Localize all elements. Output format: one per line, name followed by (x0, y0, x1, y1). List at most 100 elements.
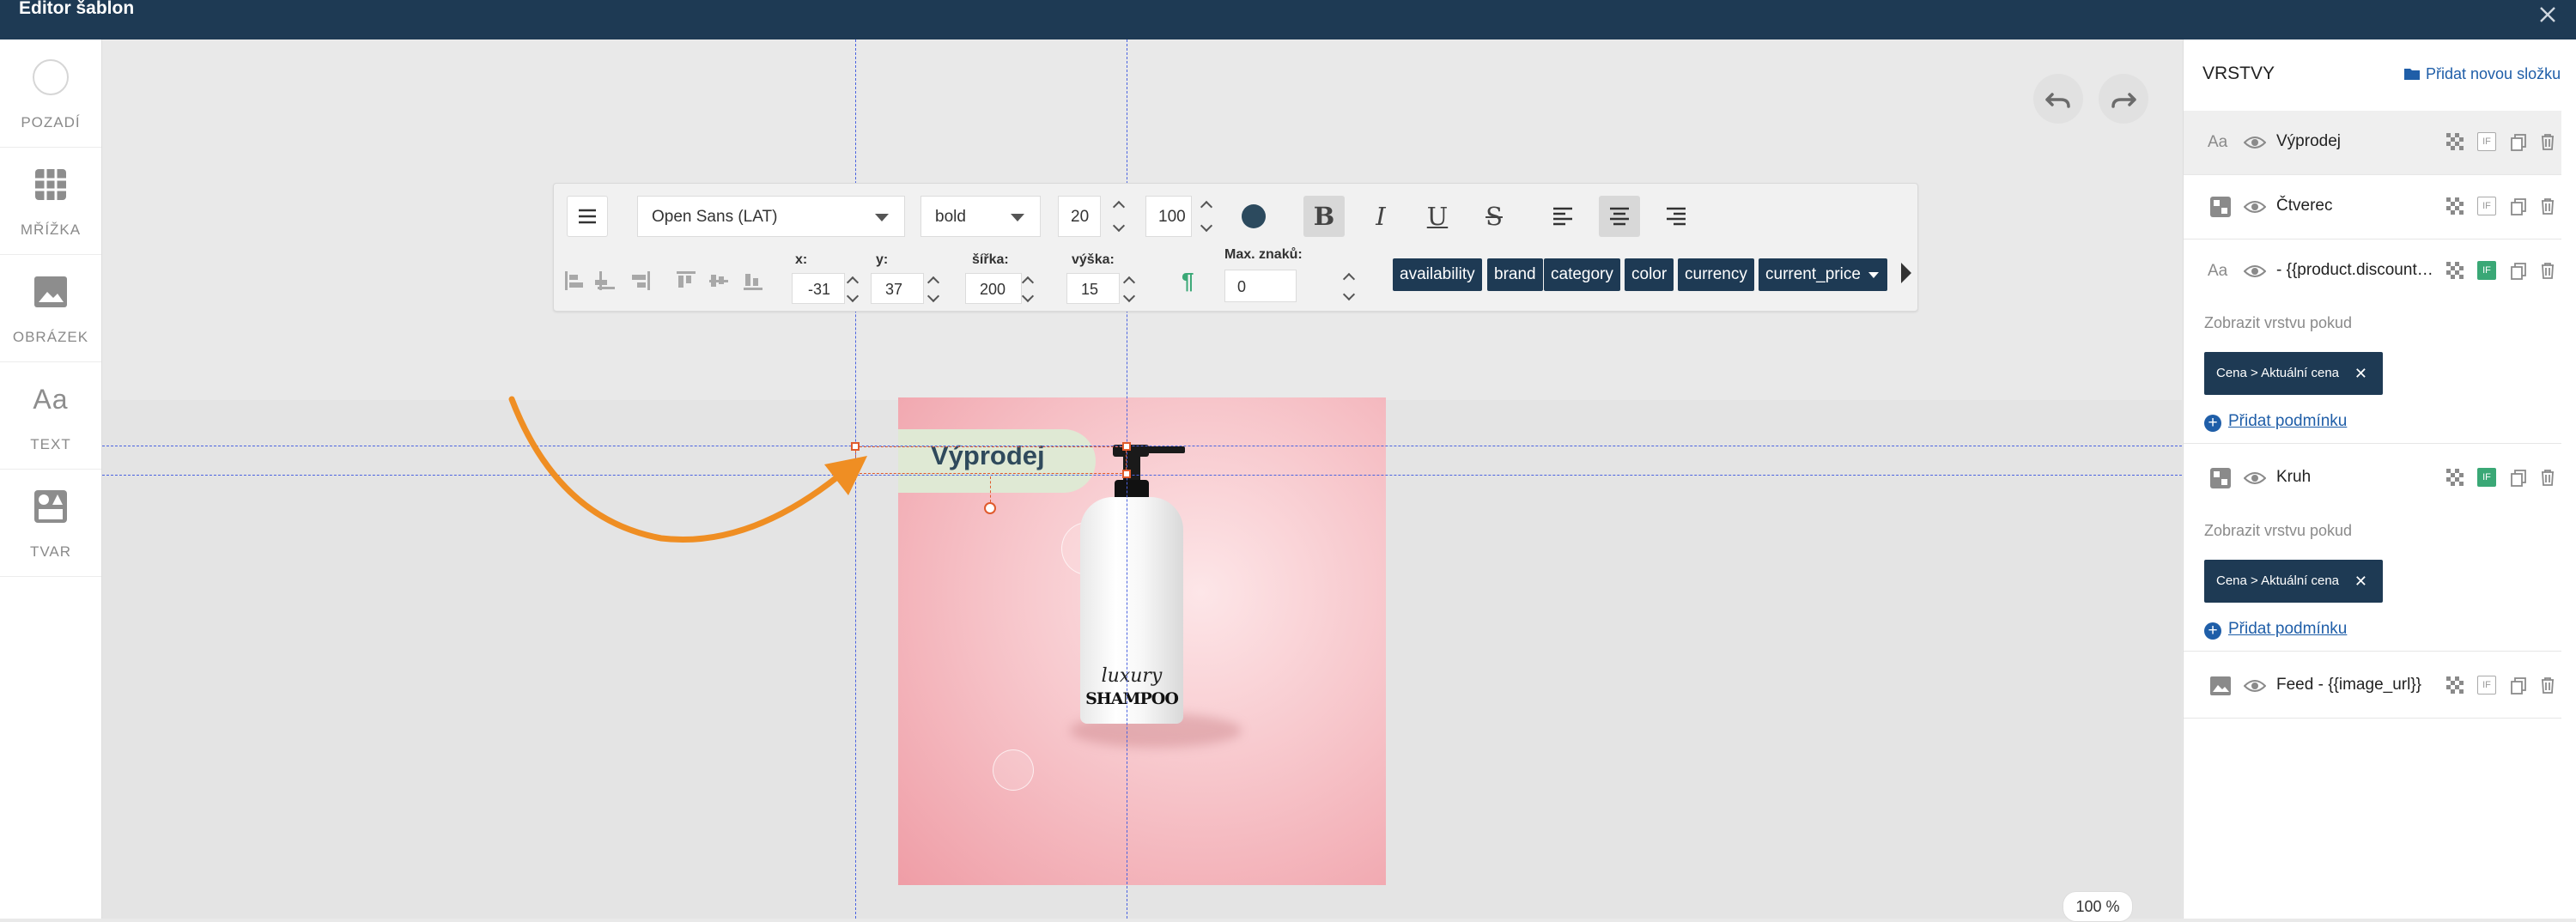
variable-tag[interactable]: color (1625, 258, 1674, 291)
zoom-indicator[interactable]: 100 % (2063, 891, 2133, 922)
paragraph-icon[interactable]: ¶ (1182, 268, 1194, 294)
undo-button[interactable] (2033, 74, 2083, 124)
align-right-button[interactable] (1656, 196, 1697, 237)
font-size-input[interactable]: 20 (1058, 196, 1101, 237)
trash-icon[interactable] (2538, 261, 2557, 280)
if-condition-badge[interactable]: IF (2477, 468, 2496, 487)
width-stepper[interactable] (1022, 275, 1034, 304)
strikethrough-button[interactable]: S (1473, 196, 1515, 237)
text-color-swatch[interactable] (1242, 204, 1266, 228)
folder-icon (2404, 69, 2420, 80)
if-condition-badge[interactable]: IF (2477, 132, 2496, 151)
layer-item[interactable]: Aa Výprodej (2184, 111, 2561, 175)
opacity-stepper[interactable] (1200, 199, 1212, 234)
transparency-icon[interactable] (2445, 197, 2464, 215)
layer-name: Kruh (2276, 468, 2312, 486)
trash-icon[interactable] (2538, 132, 2557, 151)
add-condition-link[interactable]: + Přidat podmínku (2204, 412, 2347, 432)
trash-icon[interactable] (2538, 197, 2557, 215)
align-left-button[interactable] (1542, 196, 1583, 237)
tool-label: TEXT (30, 436, 71, 452)
duplicate-icon[interactable] (2509, 132, 2528, 151)
variable-tag[interactable]: availability (1393, 258, 1482, 291)
transparency-icon[interactable] (2445, 132, 2464, 151)
redo-icon (2111, 93, 2136, 108)
plus-circle-icon: + (2204, 415, 2221, 432)
trash-icon[interactable] (2538, 676, 2557, 695)
eye-icon[interactable] (2244, 264, 2266, 279)
tool-text[interactable]: Aa TEXT (0, 361, 101, 470)
tool-image[interactable]: OBRÁZEK (0, 254, 101, 362)
max-chars-input[interactable]: 0 (1224, 270, 1297, 302)
x-input[interactable]: -31 (792, 273, 845, 304)
condition-chip[interactable]: Cena > Aktuální cena ✕ (2204, 560, 2383, 603)
width-input[interactable]: 200 (965, 273, 1022, 304)
y-input[interactable]: 37 (871, 273, 924, 304)
show-layer-if-label: Zobrazit vrstvu pokud (2204, 314, 2353, 331)
variable-tag-dropdown[interactable]: current_price (1759, 258, 1887, 291)
shape-layer-icon (2210, 468, 2231, 488)
selection-box[interactable] (855, 446, 1127, 474)
redo-button[interactable] (2099, 74, 2148, 124)
window-title: Editor šablon (19, 0, 135, 18)
y-stepper[interactable] (927, 275, 939, 304)
opacity-input[interactable]: 100 (1145, 196, 1192, 237)
remove-condition-icon[interactable]: ✕ (2354, 352, 2367, 395)
condition-chip[interactable]: Cena > Aktuální cena ✕ (2204, 352, 2383, 395)
variable-tag[interactable]: currency (1678, 258, 1754, 291)
eye-icon[interactable] (2244, 135, 2266, 150)
transparency-icon[interactable] (2445, 676, 2464, 695)
x-stepper[interactable] (847, 275, 859, 304)
orange-arrow (508, 396, 867, 543)
resize-handle[interactable] (1122, 442, 1131, 451)
layer-item[interactable]: Kruh (2184, 446, 2561, 510)
hamburger-icon (579, 209, 596, 224)
rotate-handle[interactable] (984, 502, 996, 514)
trash-icon[interactable] (2538, 468, 2557, 487)
menu-button[interactable] (567, 196, 608, 237)
font-weight-select[interactable]: bold (920, 196, 1041, 237)
duplicate-icon[interactable] (2509, 676, 2528, 695)
align-center-button[interactable] (1599, 196, 1640, 237)
duplicate-icon[interactable] (2509, 197, 2528, 215)
circle-icon (33, 59, 69, 95)
font-size-stepper[interactable] (1113, 199, 1125, 234)
remove-condition-icon[interactable]: ✕ (2354, 560, 2367, 603)
x-value: -31 (808, 281, 831, 298)
eye-icon[interactable] (2244, 470, 2266, 486)
layer-item[interactable]: Aa - {{product.discount… (2184, 240, 2561, 303)
if-condition-badge[interactable]: IF (2477, 197, 2496, 215)
transparency-icon[interactable] (2445, 468, 2464, 487)
eye-icon[interactable] (2244, 199, 2266, 215)
layer-item[interactable]: Feed - {{image_url}} (2184, 654, 2561, 719)
variable-tag[interactable]: category (1544, 258, 1620, 291)
plus-circle-icon: + (2204, 622, 2221, 640)
if-condition-badge[interactable]: IF (2477, 676, 2496, 695)
height-input[interactable]: 15 (1066, 273, 1120, 304)
variable-tag[interactable]: brand (1487, 258, 1543, 291)
resize-handle[interactable] (1122, 470, 1131, 478)
tool-background[interactable]: POZADÍ (0, 39, 101, 148)
if-condition-badge[interactable]: IF (2477, 261, 2496, 280)
transparency-icon[interactable] (2445, 261, 2464, 280)
tool-grid[interactable]: MŘÍŽKA (0, 147, 101, 255)
bold-button[interactable]: B (1303, 196, 1345, 237)
undo-icon (2045, 93, 2070, 108)
horizontal-guide (102, 475, 2182, 476)
tags-next-arrow[interactable] (1901, 263, 1911, 283)
font-family-select[interactable]: Open Sans (LAT) (637, 196, 905, 237)
add-condition-link[interactable]: + Přidat podmínku (2204, 620, 2347, 640)
italic-button[interactable]: I (1360, 196, 1401, 237)
max-chars-stepper[interactable] (1343, 271, 1355, 302)
underline-button[interactable]: U (1417, 196, 1458, 237)
object-align-icons[interactable] (563, 268, 769, 295)
add-folder-link[interactable]: Přidat novou složku (2403, 65, 2561, 83)
duplicate-icon[interactable] (2509, 261, 2528, 280)
height-stepper[interactable] (1123, 275, 1135, 304)
duplicate-icon[interactable] (2509, 468, 2528, 487)
rotate-line (990, 476, 991, 502)
layer-item[interactable]: Čtverec (2184, 175, 2561, 240)
tool-shape[interactable]: TVAR (0, 469, 101, 577)
close-icon[interactable] (2535, 2, 2561, 27)
eye-icon[interactable] (2244, 678, 2266, 694)
